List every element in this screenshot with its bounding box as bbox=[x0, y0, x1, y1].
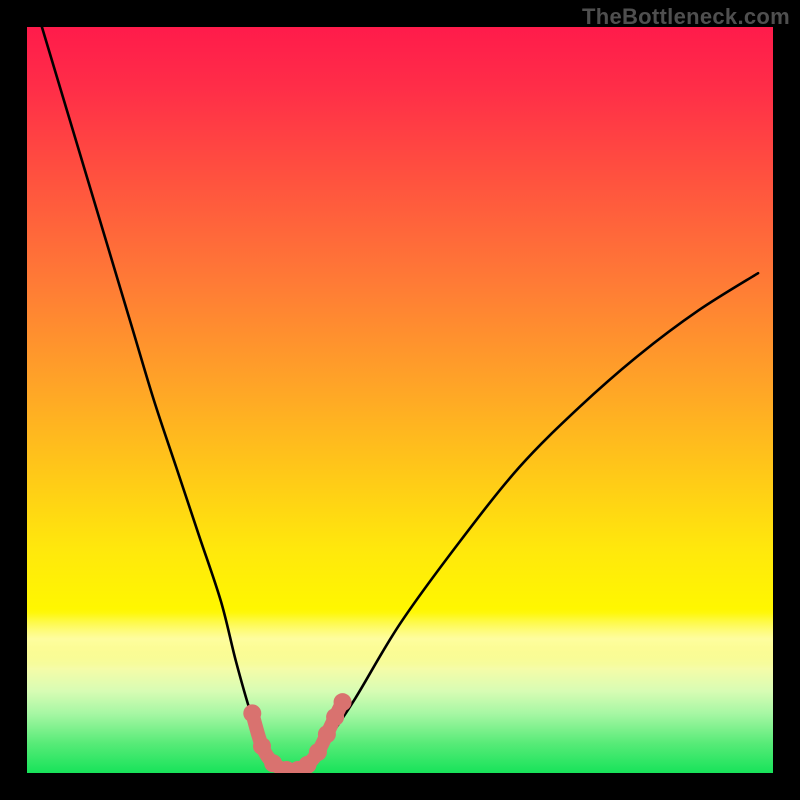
trough-marker bbox=[309, 743, 327, 761]
curve-layer bbox=[27, 27, 773, 773]
watermark-label: TheBottleneck.com bbox=[582, 4, 790, 30]
trough-marker bbox=[318, 725, 336, 743]
trough-marker bbox=[243, 704, 261, 722]
trough-marker bbox=[334, 693, 352, 711]
bottleneck-curve bbox=[42, 27, 758, 770]
trough-marker bbox=[253, 737, 271, 755]
plot-area bbox=[27, 27, 773, 773]
chart-frame: TheBottleneck.com bbox=[0, 0, 800, 800]
